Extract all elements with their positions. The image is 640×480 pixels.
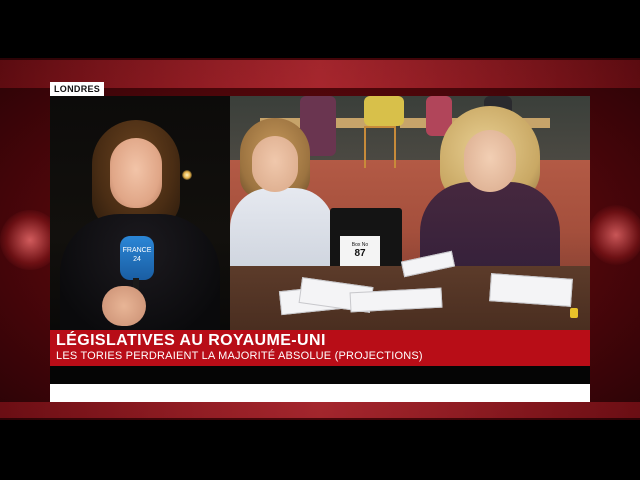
background-chair (364, 126, 396, 168)
background-person (364, 96, 404, 126)
ballot-count-video-feed: Box No 87 (230, 96, 590, 330)
counter-left-body (230, 188, 334, 278)
background-light-bar-bottom (0, 402, 640, 418)
counter-left-face (252, 136, 298, 192)
ticker-bar-light (50, 384, 590, 402)
tape-roll (570, 308, 578, 318)
ballot-box-label: Box No 87 (340, 236, 380, 268)
street-lamp (182, 170, 192, 180)
location-tag: LONDRES (50, 82, 105, 96)
headline: LÉGISLATIVES AU ROYAUME-UNI (56, 332, 326, 349)
background-glow-right (588, 205, 640, 265)
microphone: FRANCE 24 (120, 236, 154, 280)
mic-label: FRANCE 24 (122, 247, 152, 263)
counter-right-face (464, 130, 516, 192)
ballot-box-number: 87 (354, 248, 366, 259)
reporter-hand (102, 286, 146, 326)
subheadline: LES TORIES PERDRAIENT LA MAJORITÉ ABSOLU… (56, 350, 423, 362)
ticker-bar-dark (50, 366, 590, 384)
reporter-video-feed: FRANCE 24 (50, 96, 230, 330)
ballot-paper-stack (489, 273, 573, 307)
reporter-face (110, 138, 162, 208)
